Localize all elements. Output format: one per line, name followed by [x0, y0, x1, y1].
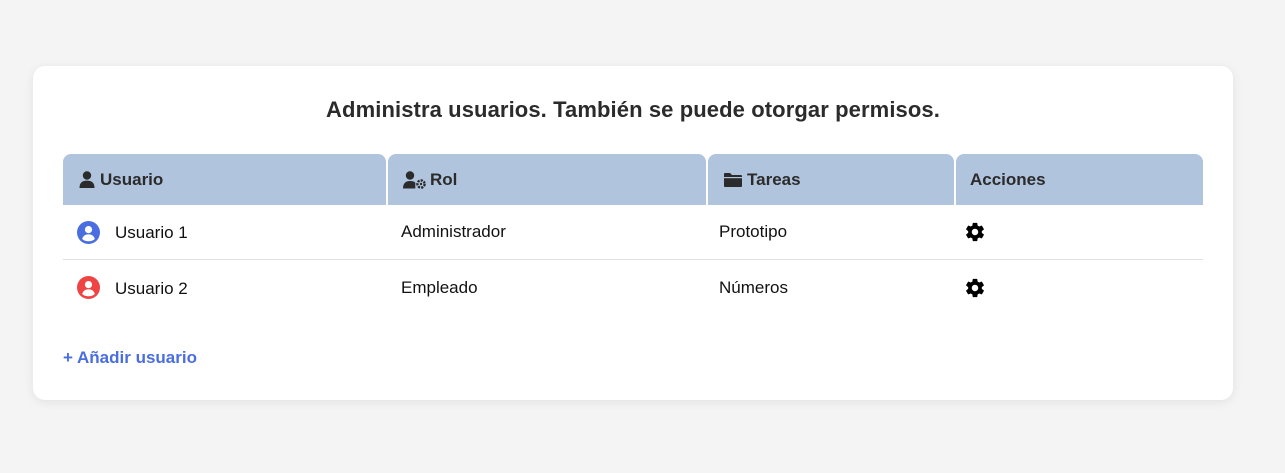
user-icon: [77, 170, 97, 190]
table-row: Usuario 1 Administrador Prototipo: [63, 205, 1203, 260]
user-name: Usuario 2: [115, 278, 188, 298]
user-gear-icon: [402, 170, 427, 190]
column-header-label: Acciones: [970, 169, 1046, 189]
column-header-acciones: Acciones: [956, 154, 1203, 205]
avatar-icon: [77, 220, 100, 244]
actions-cell: [950, 276, 1197, 300]
role-cell: Empleado: [401, 277, 478, 297]
user-cell: Usuario 2: [63, 276, 386, 299]
avatar-icon: [77, 276, 100, 299]
column-header-label: Tareas: [747, 169, 801, 189]
table-row: Usuario 2 Empleado Números: [63, 260, 1203, 315]
users-table: Usuario Rol Tareas Acciones Usuario 1 Ad…: [63, 154, 1203, 315]
gear-icon[interactable]: [963, 220, 987, 244]
user-name: Usuario 1: [115, 223, 188, 242]
page-title: Administra usuarios. También se puede ot…: [326, 97, 940, 122]
folder-icon: [722, 170, 744, 190]
tasks-cell: Prototipo: [719, 222, 788, 241]
role-cell: Administrador: [401, 222, 506, 241]
column-header-usuario: Usuario: [63, 154, 386, 205]
user-cell: Usuario 1: [63, 220, 386, 244]
tasks-cell: Números: [719, 277, 788, 297]
column-header-label: Rol: [430, 169, 458, 189]
gear-icon[interactable]: [963, 276, 987, 300]
add-user-button[interactable]: + Añadir usuario: [63, 348, 197, 368]
actions-cell: [950, 220, 1197, 244]
column-header-rol: Rol: [388, 154, 706, 205]
column-header-label: Usuario: [100, 169, 164, 189]
column-header-tareas: Tareas: [708, 154, 954, 205]
users-card: Administra usuarios. También se puede ot…: [33, 66, 1233, 400]
table-header: Usuario Rol Tareas Acciones: [63, 154, 1203, 205]
